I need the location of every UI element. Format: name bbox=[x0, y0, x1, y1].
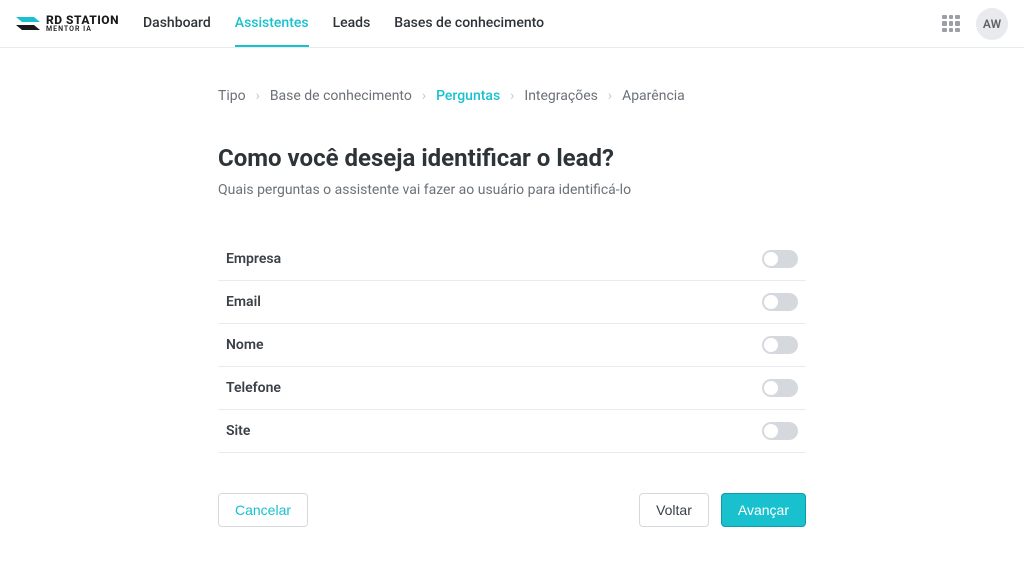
toggle-label: Email bbox=[226, 294, 261, 310]
nav-leads[interactable]: Leads bbox=[333, 1, 371, 47]
header: RD STATION MENTOR IA Dashboard Assistent… bbox=[0, 0, 1024, 48]
main-content: Tipo › Base de conhecimento › Perguntas … bbox=[218, 48, 806, 551]
page-subtitle: Quais perguntas o assistente vai fazer a… bbox=[218, 182, 806, 198]
chevron-right-icon: › bbox=[256, 88, 260, 104]
toggle-row-nome: Nome bbox=[218, 323, 806, 366]
toggle-list: Empresa Email Nome Telefone Site bbox=[218, 238, 806, 453]
toggle-nome[interactable] bbox=[762, 336, 798, 354]
nav-assistentes[interactable]: Assistentes bbox=[235, 1, 309, 47]
next-button[interactable]: Avançar bbox=[721, 493, 806, 527]
breadcrumb: Tipo › Base de conhecimento › Perguntas … bbox=[218, 88, 806, 104]
brand-subtitle: MENTOR IA bbox=[46, 26, 119, 33]
toggle-row-empresa: Empresa bbox=[218, 238, 806, 280]
page-title: Como você deseja identificar o lead? bbox=[218, 144, 806, 172]
toggle-label: Site bbox=[226, 423, 250, 439]
toggle-row-site: Site bbox=[218, 409, 806, 452]
breadcrumb-base[interactable]: Base de conhecimento bbox=[270, 88, 412, 104]
chevron-right-icon: › bbox=[510, 88, 514, 104]
toggle-label: Nome bbox=[226, 337, 264, 353]
chevron-right-icon: › bbox=[422, 88, 426, 104]
footer-right: Voltar Avançar bbox=[639, 493, 806, 527]
toggle-row-email: Email bbox=[218, 280, 806, 323]
back-button[interactable]: Voltar bbox=[639, 493, 709, 527]
brand-logo-icon bbox=[16, 14, 40, 34]
nav-bases[interactable]: Bases de conhecimento bbox=[394, 1, 544, 47]
header-right: AW bbox=[942, 8, 1008, 40]
avatar[interactable]: AW bbox=[976, 8, 1008, 40]
cancel-button[interactable]: Cancelar bbox=[218, 493, 308, 527]
toggle-label: Telefone bbox=[226, 380, 281, 396]
footer-actions: Cancelar Voltar Avançar bbox=[218, 493, 806, 527]
toggle-empresa[interactable] bbox=[762, 250, 798, 268]
breadcrumb-integracoes[interactable]: Integrações bbox=[524, 88, 597, 104]
breadcrumb-perguntas[interactable]: Perguntas bbox=[436, 88, 500, 104]
main-nav: Dashboard Assistentes Leads Bases de con… bbox=[143, 1, 544, 47]
toggle-label: Empresa bbox=[226, 251, 281, 267]
brand-logo-text: RD STATION MENTOR IA bbox=[46, 14, 119, 33]
chevron-right-icon: › bbox=[608, 88, 612, 104]
brand-logo[interactable]: RD STATION MENTOR IA bbox=[16, 14, 119, 34]
apps-icon[interactable] bbox=[942, 15, 960, 33]
header-left: RD STATION MENTOR IA Dashboard Assistent… bbox=[16, 1, 544, 47]
nav-dashboard[interactable]: Dashboard bbox=[143, 1, 211, 47]
toggle-site[interactable] bbox=[762, 422, 798, 440]
breadcrumb-tipo[interactable]: Tipo bbox=[218, 88, 246, 104]
breadcrumb-aparencia[interactable]: Aparência bbox=[622, 88, 685, 104]
toggle-telefone[interactable] bbox=[762, 379, 798, 397]
toggle-email[interactable] bbox=[762, 293, 798, 311]
toggle-row-telefone: Telefone bbox=[218, 366, 806, 409]
